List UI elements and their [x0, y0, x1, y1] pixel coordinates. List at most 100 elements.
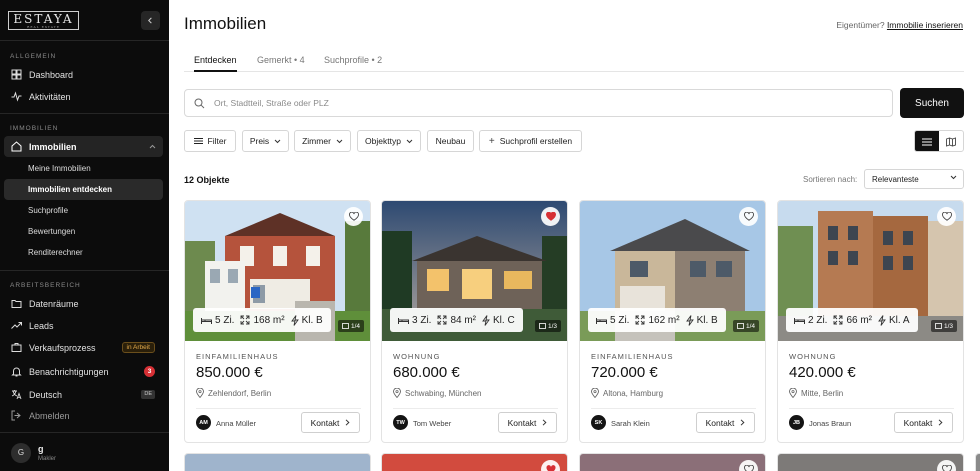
- contact-button[interactable]: Kontakt: [498, 412, 557, 433]
- listing-card[interactable]: [184, 453, 371, 471]
- nav-item-label: Aktivitäten: [29, 91, 71, 102]
- agent-name: Anna Müller: [216, 419, 257, 428]
- area-value: 84 m²: [450, 314, 477, 326]
- price-dropdown[interactable]: Preis: [242, 130, 289, 152]
- tab-discover[interactable]: Entdecken: [194, 55, 237, 72]
- contact-label: Kontakt: [310, 417, 340, 428]
- search-button[interactable]: Suchen: [900, 88, 964, 118]
- favorite-button[interactable]: [739, 460, 758, 471]
- new-build-label: Neubau: [435, 136, 466, 146]
- view-toggle: [914, 130, 964, 152]
- nav-item-dashboard[interactable]: Dashboard: [4, 64, 163, 85]
- energy-chip: Kl. B: [685, 315, 718, 326]
- image-icon: [737, 323, 744, 329]
- chevron-down-icon: [406, 139, 413, 143]
- nav-item-label: Leads: [29, 320, 54, 331]
- sub-item-my-properties[interactable]: Meine Immobilien: [4, 158, 163, 179]
- rooms-value: 3 Zi.: [412, 314, 432, 326]
- favorite-button[interactable]: [541, 207, 560, 226]
- rooms-dropdown[interactable]: Zimmer: [294, 130, 351, 152]
- photo-counter: 1/4: [337, 320, 364, 332]
- location-text: Altona, Hamburg: [603, 388, 664, 398]
- user-role: Makler: [38, 456, 57, 462]
- contact-button[interactable]: Kontakt: [301, 412, 360, 433]
- sidebar-divider: [0, 432, 169, 433]
- owner-question: Eigentümer?: [836, 20, 885, 30]
- listing-card[interactable]: [381, 453, 568, 471]
- energy-value: Kl. B: [301, 314, 323, 326]
- listing-card[interactable]: 5 Zi. 162 m² Kl. B 1/4 EINFAMILIENHAUS 7…: [579, 200, 766, 443]
- location: Altona, Hamburg: [591, 388, 663, 398]
- contact-button[interactable]: Kontakt: [696, 412, 755, 433]
- contact-button[interactable]: Kontakt: [894, 412, 953, 433]
- list-property-link[interactable]: Immobilie inserieren: [887, 20, 963, 30]
- location: Mitte, Berlin: [789, 388, 843, 398]
- agent-name: Sarah Klein: [611, 419, 650, 428]
- favorite-button[interactable]: [937, 460, 956, 471]
- sort-dropdown[interactable]: Relevanteste: [864, 169, 964, 189]
- tab-search-profiles[interactable]: Suchprofile • 2: [324, 55, 382, 72]
- price: 420.000 €: [789, 364, 856, 381]
- sub-item-yield-calculator[interactable]: Renditerechner: [4, 242, 163, 263]
- list-icon: [922, 138, 932, 146]
- language-badge: DE: [141, 390, 155, 399]
- chevron-right-icon: [346, 419, 350, 426]
- feature-chips: 3 Zi. 84 m² Kl. C: [390, 308, 523, 332]
- pin-icon: [393, 388, 401, 398]
- avatar[interactable]: G: [11, 443, 31, 463]
- map-view-button[interactable]: [939, 131, 963, 151]
- nav-item-leads[interactable]: Leads: [4, 315, 163, 336]
- listing-card[interactable]: [579, 453, 766, 471]
- tab-saved[interactable]: Gemerkt • 4: [257, 55, 305, 72]
- section-heading-properties: IMMOBILIEN: [10, 125, 59, 132]
- listing-card[interactable]: [777, 453, 964, 471]
- sub-item-valuations[interactable]: Bewertungen: [4, 221, 163, 242]
- nav-item-language[interactable]: Deutsch DE: [4, 384, 163, 405]
- nav-item-label: Abmelden: [29, 410, 70, 421]
- list-view-button[interactable]: [915, 131, 939, 151]
- area-chip: 84 m²: [437, 315, 476, 326]
- favorite-button[interactable]: [739, 207, 758, 226]
- nav-item-label: Deutsch: [29, 389, 63, 400]
- pin-icon: [591, 388, 599, 398]
- nav-item-activities[interactable]: Aktivitäten: [4, 86, 163, 107]
- favorite-button[interactable]: [344, 207, 363, 226]
- listing-card[interactable]: 5 Zi. 168 m² Kl. B 1/4 EINFAMILIENHAUS 8…: [184, 200, 371, 443]
- favorite-button[interactable]: [541, 460, 560, 471]
- activity-icon: [11, 91, 22, 102]
- nav-item-logout[interactable]: Abmelden: [4, 405, 163, 426]
- listing-card[interactable]: [975, 453, 980, 471]
- sub-item-discover[interactable]: Immobilien entdecken: [4, 179, 163, 200]
- nav-item-notifications[interactable]: Benachrichtigungen 3: [4, 361, 163, 382]
- nav-item-sales-process[interactable]: Verkaufsprozess in Arbeit: [4, 337, 163, 358]
- photo-counter: 1/4: [732, 320, 759, 332]
- expand-icon: [438, 315, 447, 325]
- property-type: EINFAMILIENHAUS: [591, 352, 674, 361]
- image-icon: [342, 323, 349, 329]
- agent-avatar: TW: [393, 415, 408, 430]
- chevron-down-icon: [336, 139, 343, 143]
- house-icon: [11, 141, 22, 152]
- nav-item-data-rooms[interactable]: Datenräume: [4, 293, 163, 314]
- price: 680.000 €: [393, 364, 460, 381]
- property-type-dropdown[interactable]: Objekttyp: [357, 130, 421, 152]
- new-build-toggle[interactable]: Neubau: [427, 130, 474, 152]
- filter-button[interactable]: Filter: [184, 130, 236, 152]
- feature-chips: 5 Zi. 162 m² Kl. B: [588, 308, 726, 332]
- favorite-button[interactable]: [937, 207, 956, 226]
- listing-card[interactable]: 2 Zi. 66 m² Kl. A 1/3 WOHNUNG 420.000 € …: [777, 200, 964, 443]
- lightning-icon: [290, 314, 299, 326]
- nav-item-properties[interactable]: Immobilien: [4, 136, 163, 157]
- lightning-icon: [482, 314, 490, 326]
- collapse-sidebar-button[interactable]: [141, 11, 160, 30]
- search-input[interactable]: [214, 98, 864, 108]
- create-search-profile-button[interactable]: + Suchprofil erstellen: [479, 130, 582, 152]
- sub-item-search-profiles[interactable]: Suchprofile: [4, 200, 163, 221]
- card-divider: [393, 408, 558, 409]
- listing-card[interactable]: 3 Zi. 84 m² Kl. C 1/3 WOHNUNG 680.000 € …: [381, 200, 568, 443]
- translate-icon: [11, 389, 22, 400]
- heart-icon: [941, 465, 952, 471]
- brand-logo[interactable]: ESTAYA REAL ESTATE: [8, 11, 79, 30]
- briefcase-icon: [11, 342, 22, 353]
- card-divider: [789, 408, 954, 409]
